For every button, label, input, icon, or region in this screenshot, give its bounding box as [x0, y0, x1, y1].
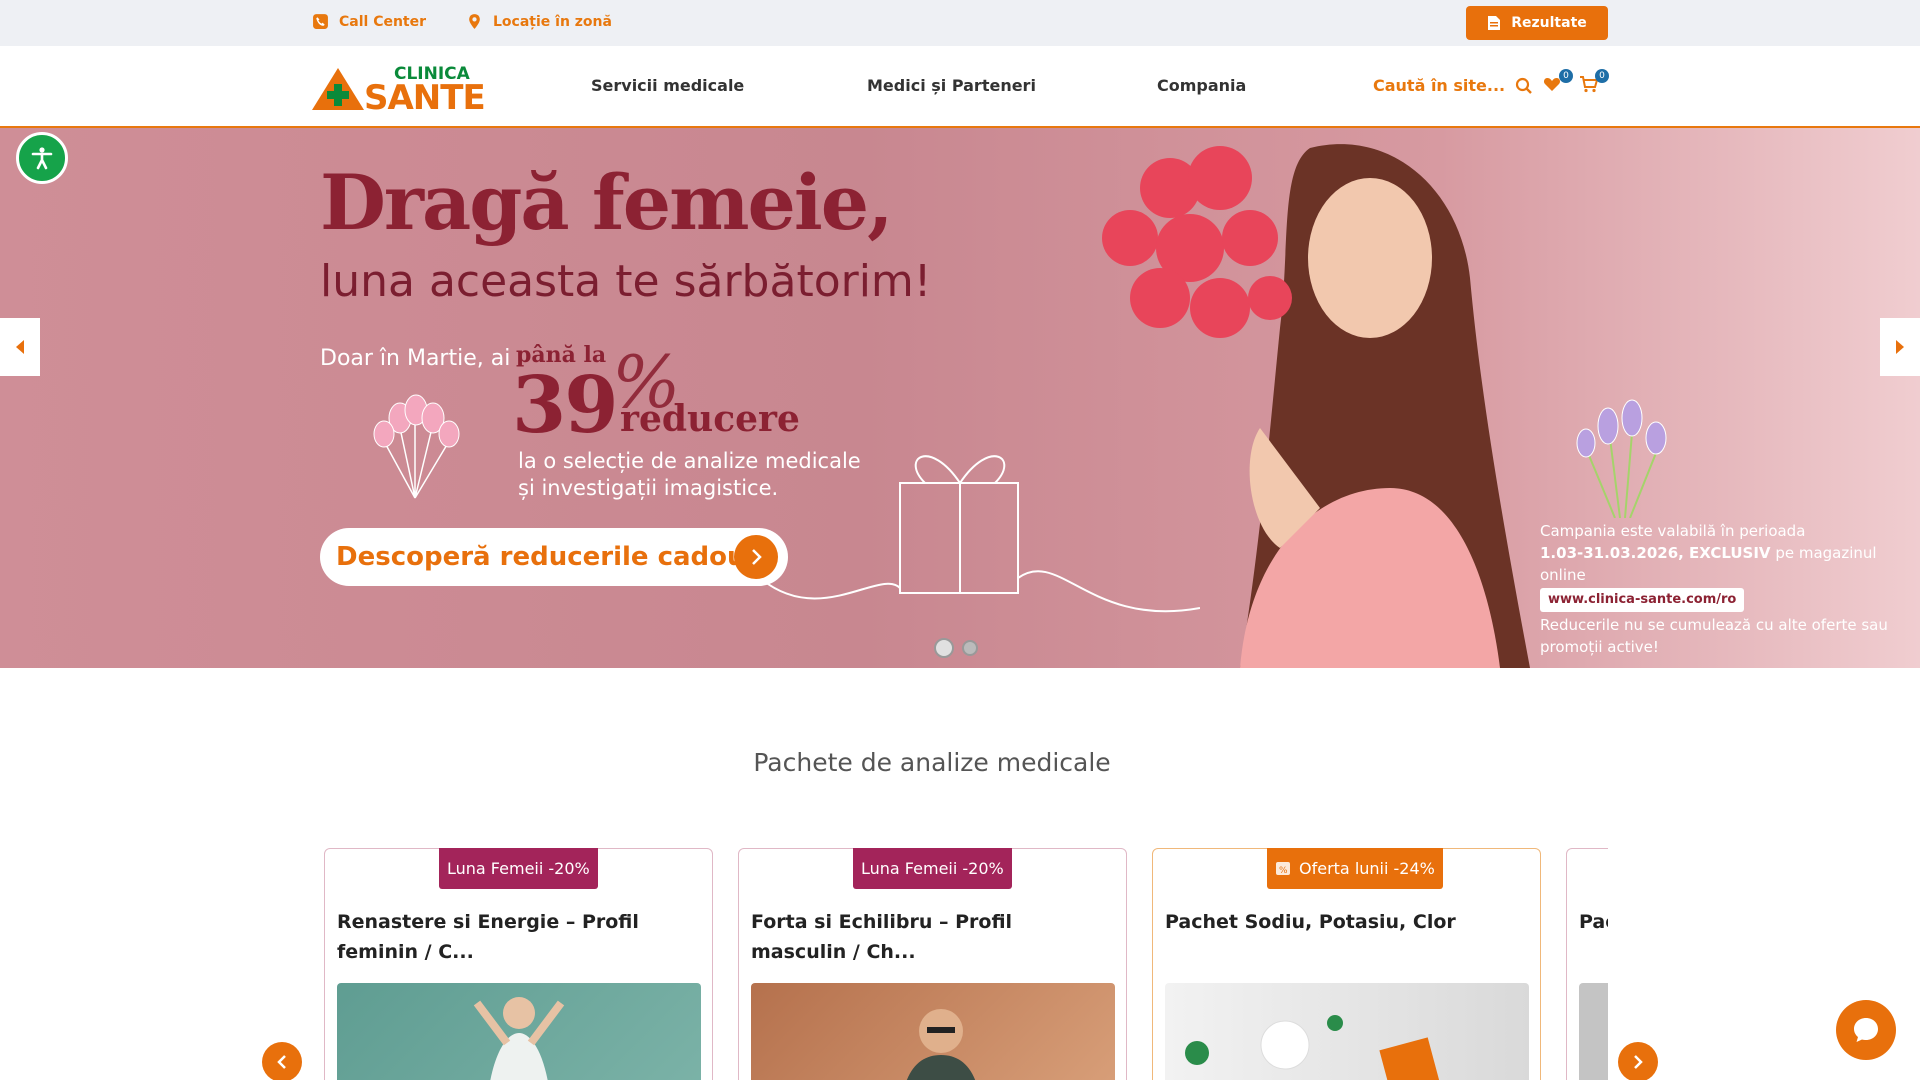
hero-prev-button[interactable]: [0, 318, 40, 376]
wishlist-button[interactable]: 0: [1543, 69, 1573, 97]
woman-jumping-image: [473, 997, 565, 1080]
packages-carousel: Luna Femeii -20% Renastere si Energie – …: [324, 848, 1608, 1080]
package-card[interactable]: Luna Femeii -20% Renastere si Energie – …: [324, 848, 713, 1080]
electrolytes-image: [1185, 1015, 1441, 1080]
chevron-right-icon: [734, 535, 778, 579]
promo-badge: Luna Femeii -20%: [853, 848, 1012, 889]
chevron-left-icon: [277, 1055, 286, 1069]
chat-button[interactable]: [1836, 1000, 1896, 1060]
package-title[interactable]: Forta si Echilibru – Profil masculin / C…: [751, 907, 1111, 967]
nav-doctors-partners[interactable]: Medici și Parteneri: [867, 76, 1036, 95]
package-title[interactable]: Pachet Sodiu, Potasiu, Clor: [1165, 907, 1525, 937]
hero-slider: Dragă femeie, luna aceasta te sărbătorim…: [0, 128, 1920, 668]
package-image[interactable]: [1579, 983, 1608, 1080]
results-label: Rezultate: [1511, 15, 1587, 31]
terms-url[interactable]: www.clinica-sante.com/ro: [1540, 588, 1745, 612]
package-image[interactable]: [751, 983, 1115, 1080]
call-center-label: Call Center: [339, 13, 427, 30]
campaign-terms: Campania este valabilă în perioada 1.03-…: [1540, 520, 1920, 658]
document-icon: [1488, 16, 1501, 30]
carousel-next-button[interactable]: [1618, 1042, 1658, 1080]
search-label: Caută în site...: [1373, 76, 1506, 95]
packages-title: Pachete de analize medicale: [753, 748, 1111, 777]
hero-subtitle: luna aceasta te sărbătorim!: [320, 256, 932, 307]
terms-dates: 1.03-31.03.2026, EXCLUSIV: [1540, 544, 1771, 562]
accessibility-button[interactable]: [16, 132, 68, 184]
slider-dots: [934, 638, 978, 658]
package-title[interactable]: Pac: [1579, 907, 1608, 937]
package-image[interactable]: [1165, 983, 1529, 1080]
hero-next-button[interactable]: [1880, 318, 1920, 376]
chevron-right-icon: [1896, 340, 1904, 354]
cart-count: 0: [1595, 69, 1609, 83]
package-title[interactable]: Renastere si Energie – Profil feminin / …: [337, 907, 697, 967]
carousel-prev-button[interactable]: [262, 1042, 302, 1080]
location-link[interactable]: Locație în zonă: [466, 13, 612, 30]
terms-line1: Campania este valabilă în perioada: [1540, 522, 1806, 540]
hero-discount-number: 39: [512, 360, 619, 451]
chevron-right-icon: [1634, 1055, 1643, 1069]
promo-badge: Luna Femeii -20%: [439, 848, 598, 889]
top-bar: Call Center Locație în zonă Rezultate: [0, 0, 1920, 46]
cta-label: Descoperă reducerile cadou: [336, 542, 746, 572]
package-card[interactable]: % Oferta lunii -24% Pachet Sodiu, Potasi…: [1152, 848, 1541, 1080]
cart-button[interactable]: 0: [1579, 69, 1609, 97]
logo[interactable]: CLINICA SANTE: [312, 64, 486, 118]
nav-medical-services[interactable]: Servicii medicale: [591, 76, 744, 95]
location-label: Locație în zonă: [493, 13, 612, 30]
man-thumbs-up-image: [906, 1009, 976, 1080]
package-card[interactable]: Pac: [1566, 848, 1608, 1080]
crocus-illustration: [1576, 399, 1667, 518]
main-header: CLINICA SANTE Servicii medicale Medici ș…: [0, 46, 1920, 128]
chevron-left-icon: [16, 340, 24, 354]
site-search[interactable]: Caută în site...: [1373, 76, 1533, 95]
logo-text-bottom: SANTE: [364, 78, 486, 118]
hero-title: Dragă femeie,: [320, 158, 894, 247]
results-button[interactable]: Rezultate: [1466, 6, 1608, 40]
nav-company[interactable]: Compania: [1157, 76, 1246, 95]
search-icon: [1516, 77, 1532, 94]
promo-badge: % Oferta lunii -24%: [1267, 848, 1443, 889]
calendar-percent-icon: %: [1276, 862, 1290, 876]
location-pin-icon: [469, 14, 480, 29]
terms-note: Reducerile nu se cumulează cu alte ofert…: [1540, 616, 1888, 656]
package-image[interactable]: [337, 983, 701, 1080]
svg-text:%: %: [1279, 866, 1288, 876]
chat-icon: [1854, 1018, 1878, 1042]
package-card[interactable]: Luna Femeii -20% Forta si Echilibru – Pr…: [738, 848, 1127, 1080]
phone-icon: [313, 14, 328, 29]
promo-badge-label: Oferta lunii -24%: [1299, 858, 1435, 878]
accessibility-icon: [31, 147, 53, 170]
call-center-link[interactable]: Call Center: [312, 13, 426, 30]
slider-dot-2[interactable]: [962, 640, 978, 656]
tulips-illustration: [373, 394, 460, 499]
slider-dot-1[interactable]: [934, 638, 954, 658]
discover-discounts-button[interactable]: Descoperă reducerile cadou: [320, 528, 788, 586]
wishlist-count: 0: [1559, 69, 1573, 83]
hero-woman-image: [1102, 144, 1530, 668]
